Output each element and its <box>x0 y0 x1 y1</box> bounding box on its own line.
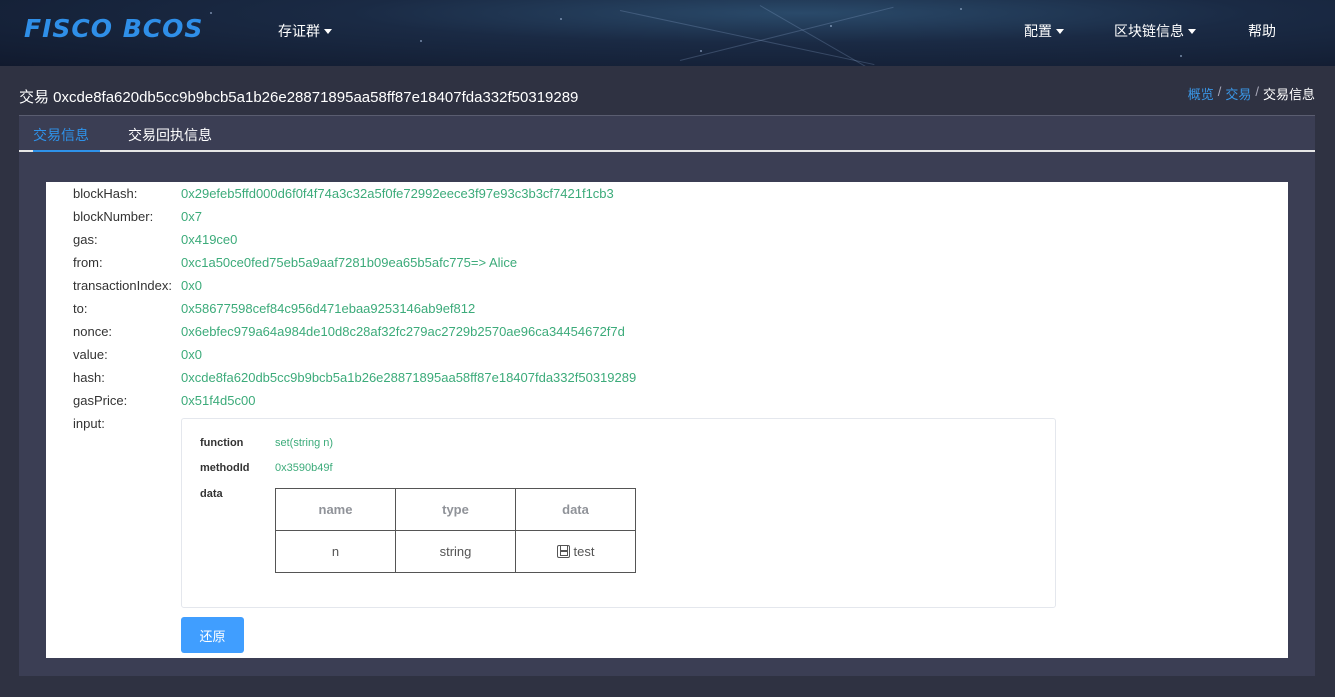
background-star <box>700 50 702 52</box>
breadcrumb-current: 交易信息 <box>1262 87 1315 102</box>
field-label: blockHash: <box>73 186 138 201</box>
background-star <box>960 8 962 10</box>
table-row: n string test <box>275 530 636 573</box>
field-value: 0xc1a50ce0fed75eb5a9aaf7281b09ea65b5afc7… <box>181 255 518 270</box>
field-label: input: <box>73 416 105 431</box>
table-cell-type: string <box>395 530 516 573</box>
nav-evidence-group[interactable]: 存证群 <box>278 21 332 41</box>
field-label: hash: <box>73 370 105 385</box>
field-value: 0x51f4d5c00 <box>181 393 256 408</box>
breadcrumb-separator: / <box>1217 84 1222 99</box>
table-cell-data-text: test <box>573 544 595 559</box>
field-label: nonce: <box>73 324 113 339</box>
tab-bar: 交易信息 交易回执信息 <box>19 115 1315 152</box>
tab-transaction-receipt[interactable]: 交易回执信息 <box>128 125 212 145</box>
background-star <box>830 25 832 27</box>
function-value: set(string n) <box>275 437 334 449</box>
background-star <box>1180 55 1182 57</box>
field-value: 0x6ebfec979a64a984de10d8c28af32fc279ac27… <box>181 324 625 339</box>
table-cell-data: test <box>515 530 636 573</box>
breadcrumb-overview[interactable]: 概览 <box>1188 84 1214 103</box>
field-label: gas: <box>73 232 98 247</box>
field-value: 0x0 <box>181 347 202 362</box>
field-value: 0x58677598cef84c956d471ebaa9253146ab9ef8… <box>181 301 476 316</box>
caret-down-icon <box>1188 28 1196 34</box>
transaction-detail-card: blockHash: 0x29efeb5ffd000d6f0f4f74a3c32… <box>46 182 1288 658</box>
table-header-type: type <box>395 488 516 531</box>
nav-help-label: 帮助 <box>1248 23 1276 39</box>
field-value: 0x29efeb5ffd000d6f0f4f74a3c32a5f0fe72992… <box>181 186 614 201</box>
tab-transaction-info[interactable]: 交易信息 <box>33 125 89 145</box>
methodid-value: 0x3590b49f <box>275 462 333 474</box>
nav-help[interactable]: 帮助 <box>1248 21 1276 41</box>
background-star <box>560 18 562 20</box>
background-line <box>679 6 894 61</box>
save-icon[interactable] <box>556 545 570 558</box>
field-value: 0x7 <box>181 209 202 224</box>
breadcrumb: 概览 / 交易 / 交易信息 <box>1188 84 1315 103</box>
nav-config-label: 配置 <box>1024 23 1052 39</box>
data-label: data <box>200 488 223 500</box>
field-value: 0x419ce0 <box>181 232 238 247</box>
methodid-label: methodId <box>200 462 250 474</box>
nav-config[interactable]: 配置 <box>1024 21 1064 41</box>
fisco-bcos-logo[interactable]: FISCO BCOS <box>24 14 203 43</box>
breadcrumb-transactions[interactable]: 交易 <box>1225 84 1251 103</box>
nav-evidence-group-label: 存证群 <box>278 23 320 39</box>
field-value: 0xcde8fa620db5cc9b9bcb5a1b26e28871895aa5… <box>181 370 637 385</box>
input-decode-box: function set(string n) methodId 0x3590b4… <box>181 418 1056 608</box>
top-navbar: FISCO BCOS 存证群 配置 区块链信息 帮助 <box>0 0 1335 66</box>
field-label: transactionIndex: <box>73 278 173 293</box>
field-label: gasPrice: <box>73 393 128 408</box>
input-data-table: name type data n string test <box>275 488 636 573</box>
caret-down-icon <box>1056 28 1064 34</box>
caret-down-icon <box>324 28 332 34</box>
field-label: value: <box>73 347 108 362</box>
table-cell-name: n <box>275 530 396 573</box>
background-star <box>420 40 422 42</box>
title-row: 交易 0xcde8fa620db5cc9b9bcb5a1b26e28871895… <box>19 84 1315 106</box>
breadcrumb-separator: / <box>1255 84 1259 99</box>
page-title: 交易 0xcde8fa620db5cc9b9bcb5a1b26e28871895… <box>19 89 579 106</box>
content-panel: blockHash: 0x29efeb5ffd000d6f0f4f74a3c32… <box>19 152 1315 676</box>
function-label: function <box>200 437 244 449</box>
field-label: from: <box>73 255 103 270</box>
field-value: 0x0 <box>181 278 202 293</box>
table-header-row: name type data <box>275 488 636 531</box>
table-header-data: data <box>515 488 636 531</box>
field-label: to: <box>73 301 88 316</box>
background-star <box>210 12 212 14</box>
field-label: blockNumber: <box>73 209 154 224</box>
nav-blockchain-info[interactable]: 区块链信息 <box>1114 21 1196 41</box>
restore-button[interactable]: 还原 <box>181 617 244 653</box>
nav-blockchain-info-label: 区块链信息 <box>1114 23 1184 39</box>
background-line <box>619 10 875 66</box>
table-header-name: name <box>275 488 396 531</box>
